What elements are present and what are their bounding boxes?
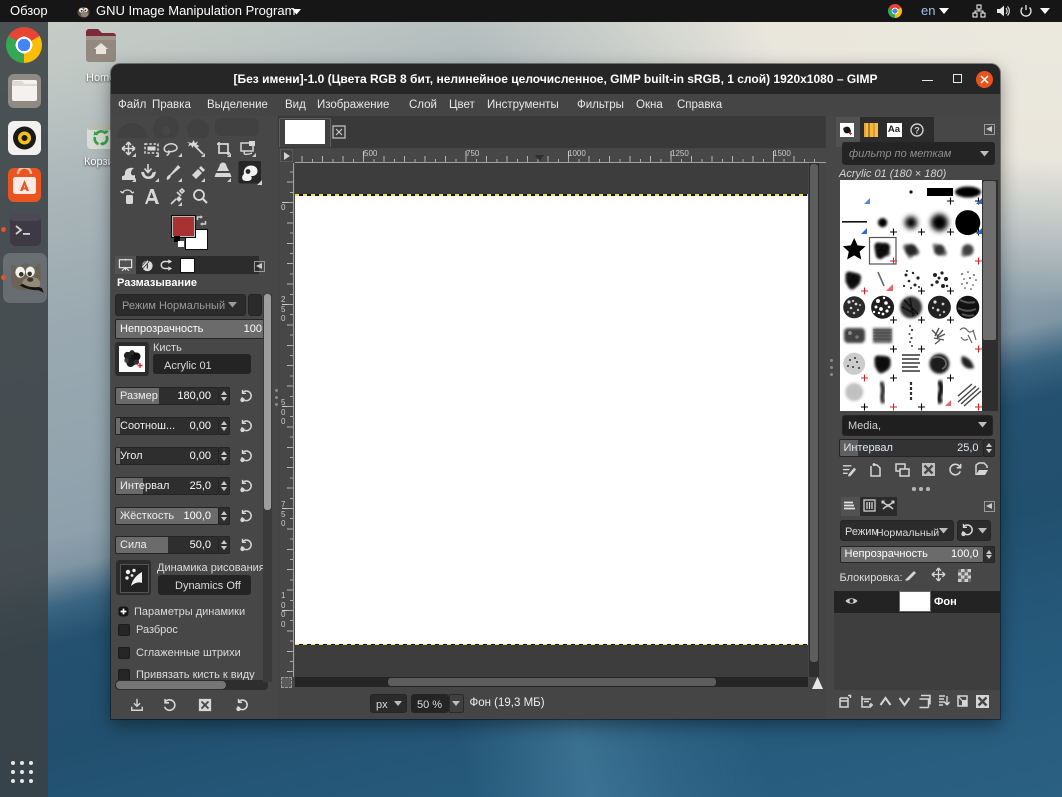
svg-text:?: ? (914, 125, 920, 135)
